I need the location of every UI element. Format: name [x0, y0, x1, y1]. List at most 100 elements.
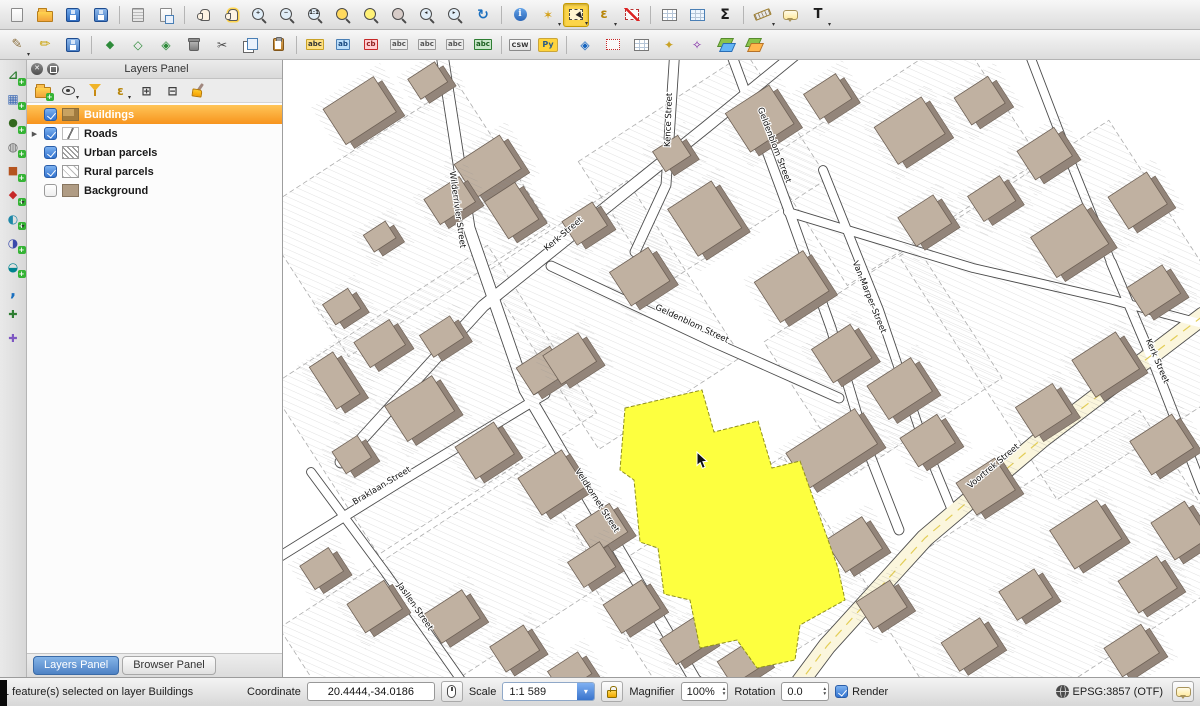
open-project-button[interactable]: [32, 3, 58, 27]
copy-features-button[interactable]: [237, 33, 263, 57]
add-wcs-layer-button[interactable]: ◑+: [2, 232, 25, 253]
pan-to-selection-button[interactable]: [218, 3, 244, 27]
expand-all-button[interactable]: ⊞: [136, 81, 157, 100]
statistical-summary-button[interactable]: [684, 3, 710, 27]
add-feature-button[interactable]: ◆: [97, 33, 123, 57]
python-console-button[interactable]: Py: [535, 33, 561, 57]
show-hide-labels-button[interactable]: abc: [386, 33, 412, 57]
render-toggle[interactable]: Render: [835, 685, 888, 698]
save-layer-edits-button[interactable]: [60, 33, 86, 57]
map-themes-button[interactable]: [712, 33, 738, 57]
layer-visibility-checkbox[interactable]: [44, 127, 57, 140]
save-project-button[interactable]: [60, 3, 86, 27]
layer-item-background[interactable]: Background: [27, 181, 282, 200]
geometry-checker-button[interactable]: ◈: [572, 33, 598, 57]
panel-float-button[interactable]: [47, 63, 59, 75]
layer-item-roads[interactable]: ▶Roads: [27, 124, 282, 143]
layer-visibility-checkbox[interactable]: [44, 184, 57, 197]
new-shapefile-layer-button[interactable]: ✚: [2, 304, 25, 325]
layer-visibility-checkbox[interactable]: [44, 146, 57, 159]
map-canvas[interactable]: Kence StreetWilderrivier StreetKerk Stre…: [283, 60, 1200, 677]
select-by-expression-button[interactable]: ε▾: [591, 3, 617, 27]
layer-visibility-checkbox[interactable]: [44, 165, 57, 178]
run-feature-action-button[interactable]: ✶▾: [535, 3, 561, 27]
rotation-spinner[interactable]: ▴▾: [823, 687, 826, 697]
remove-layer-button[interactable]: [188, 81, 209, 100]
zoom-to-selection-button[interactable]: [358, 3, 384, 27]
open-attribute-table-button[interactable]: [656, 3, 682, 27]
filter-by-expression-button[interactable]: ε▾: [110, 81, 131, 100]
layer-item-urban-parcels[interactable]: Urban parcels: [27, 143, 282, 162]
highlight-pinned-labels-button[interactable]: cb: [358, 33, 384, 57]
tab-layers-panel[interactable]: Layers Panel: [33, 656, 119, 675]
magnifier-spinner[interactable]: ▴▾: [723, 687, 726, 697]
scale-lock-button[interactable]: [601, 681, 623, 702]
zoom-out-button[interactable]: −: [274, 3, 300, 27]
new-project-button[interactable]: [4, 3, 30, 27]
panel-close-button[interactable]: ✕: [31, 63, 43, 75]
mouse-position-toggle[interactable]: [441, 681, 463, 702]
spinner-down-icon[interactable]: ▾: [823, 692, 826, 697]
layer-order-button[interactable]: [740, 33, 766, 57]
zoom-next-button[interactable]: ▸: [442, 3, 468, 27]
field-calculator-button[interactable]: Σ: [712, 3, 738, 27]
rotate-label-button[interactable]: abc: [442, 33, 468, 57]
map-refresh-button[interactable]: ↻: [470, 3, 496, 27]
add-raster-layer-button[interactable]: ▦+: [2, 88, 25, 109]
select-features-freehand-button[interactable]: [600, 33, 626, 57]
add-oracle-layer-button[interactable]: ◆+▾: [2, 184, 25, 205]
raster-table-button[interactable]: [628, 33, 654, 57]
metasearch-csw-button[interactable]: CSW: [507, 33, 533, 57]
add-delimited-text-layer-button[interactable]: ,: [2, 280, 25, 301]
zoom-last-button[interactable]: ◂: [414, 3, 440, 27]
layer-visibility-checkbox[interactable]: [44, 108, 57, 121]
add-spatialite-layer-button[interactable]: ◍+: [2, 136, 25, 157]
delete-selected-button[interactable]: [181, 33, 207, 57]
simplify-wand-button[interactable]: ✦: [656, 33, 682, 57]
render-checkbox[interactable]: [835, 685, 848, 698]
add-mssql-layer-button[interactable]: ■+: [2, 160, 25, 181]
layer-item-buildings[interactable]: Buildings: [27, 105, 282, 124]
coordinate-input[interactable]: [307, 682, 435, 701]
change-label-properties-button[interactable]: abc: [470, 33, 496, 57]
zoom-in-button[interactable]: +: [246, 3, 272, 27]
filter-legend-button[interactable]: [84, 81, 105, 100]
zoom-native-button[interactable]: 1:1: [302, 3, 328, 27]
select-features-rectangle-button[interactable]: ▾: [563, 3, 589, 27]
pan-map-button[interactable]: [190, 3, 216, 27]
layer-item-rural-parcels[interactable]: Rural parcels: [27, 162, 282, 181]
add-group-button[interactable]: [32, 81, 53, 100]
text-annotation-button[interactable]: T▾: [805, 3, 831, 27]
identify-features-button[interactable]: i: [507, 3, 533, 27]
cut-features-button[interactable]: ✂: [209, 33, 235, 57]
rotation-spinbox[interactable]: 0.0 ▴▾: [781, 682, 829, 701]
scale-dropdown-icon[interactable]: ▾: [577, 683, 594, 700]
map-tips-button[interactable]: [777, 3, 803, 27]
messages-button[interactable]: [1172, 681, 1194, 702]
add-wfs-layer-button[interactable]: ◒+: [2, 256, 25, 277]
add-vector-layer-button[interactable]: ⊿+: [2, 64, 25, 85]
magnifier-spinbox[interactable]: 100% ▴▾: [681, 682, 729, 701]
new-print-composer-button[interactable]: [125, 3, 151, 27]
spinner-down-icon[interactable]: ▾: [723, 692, 726, 697]
crs-status-button[interactable]: EPSG:3857 (OTF): [1053, 685, 1166, 698]
manage-layer-visibility-button[interactable]: ▾: [58, 81, 79, 100]
move-label-button[interactable]: abc: [414, 33, 440, 57]
tab-browser-panel[interactable]: Browser Panel: [122, 656, 216, 675]
paste-features-button[interactable]: [265, 33, 291, 57]
current-edits-button[interactable]: ✎▾: [4, 33, 30, 57]
style-manager-wand-button[interactable]: ✧: [684, 33, 710, 57]
zoom-full-button[interactable]: [330, 3, 356, 27]
move-feature-button[interactable]: ◇: [125, 33, 151, 57]
toggle-editing-button[interactable]: ✏: [32, 33, 58, 57]
new-spatialite-layer-button[interactable]: ✚: [2, 328, 25, 349]
node-tool-button[interactable]: ◈: [153, 33, 179, 57]
scale-combobox[interactable]: 1:1 589 ▾: [502, 682, 595, 701]
save-project-as-button[interactable]: [88, 3, 114, 27]
collapse-all-button[interactable]: ⊟: [162, 81, 183, 100]
layer-labeling-options-button[interactable]: abc: [302, 33, 328, 57]
composer-manager-button[interactable]: [153, 3, 179, 27]
deselect-all-button[interactable]: [619, 3, 645, 27]
add-wms-layer-button[interactable]: ◐+▾: [2, 208, 25, 229]
measure-line-button[interactable]: ▾: [749, 3, 775, 27]
